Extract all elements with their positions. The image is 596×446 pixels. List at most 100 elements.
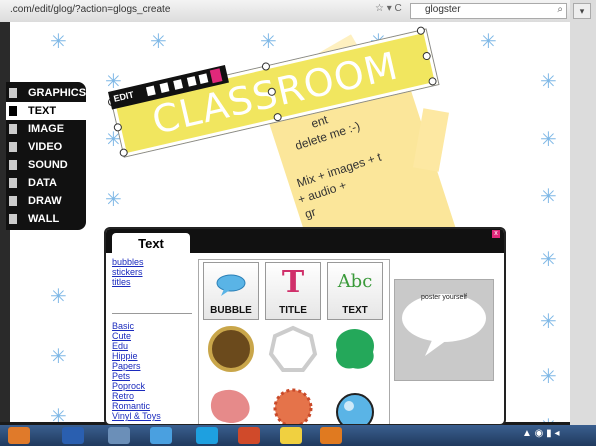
search-box[interactable]: glogster ⌕	[410, 3, 567, 19]
tool-label: IMAGE	[28, 123, 65, 135]
category-list: bubbles stickers titles Basic Cute Edu H…	[112, 257, 192, 424]
tile-label: TITLE	[279, 305, 307, 316]
star-pattern-icon: ✳	[540, 71, 557, 93]
taskbar: ▲ ◉ ▮ ◂	[0, 425, 596, 446]
star-pattern-icon: ✳	[540, 311, 557, 333]
undo-icon[interactable]	[198, 73, 209, 84]
flip-icon[interactable]	[186, 76, 197, 87]
star-pattern-icon: ✳	[540, 186, 557, 208]
link-stickers[interactable]: stickers	[112, 267, 192, 277]
star-pattern-icon: ✳	[50, 406, 67, 422]
sound-icon	[9, 160, 17, 170]
divider	[112, 313, 192, 314]
tool-data[interactable]: DATA	[6, 174, 86, 192]
panel-header: Text x	[106, 229, 504, 255]
tool-menu: GRAPHICS TEXT IMAGE VIDEO SOUND DATA DRA…	[6, 82, 86, 230]
firefox-icon[interactable]	[320, 427, 342, 444]
video-icon	[9, 142, 17, 152]
close-icon[interactable]: x	[492, 230, 500, 238]
skype-icon[interactable]	[196, 427, 218, 444]
star-pattern-icon: ✳	[50, 286, 67, 308]
speech-bubble-icon	[216, 274, 246, 296]
star-pattern-icon: ✳	[540, 249, 557, 271]
brown-blob-icon[interactable]	[205, 324, 257, 374]
menu-button[interactable]: ▾	[573, 3, 591, 19]
edit-button[interactable]: EDIT	[113, 89, 135, 103]
link-romantic[interactable]: Romantic	[112, 401, 192, 411]
star-icon	[9, 88, 17, 98]
link-retro[interactable]: Retro	[112, 391, 192, 401]
sticky-notes-icon[interactable]	[280, 427, 302, 444]
tool-label: WALL	[28, 213, 60, 225]
tile-label: BUBBLE	[210, 305, 252, 316]
word-icon[interactable]	[62, 427, 84, 444]
data-icon	[9, 178, 17, 188]
note-text: gr	[302, 204, 318, 222]
link-titles[interactable]: titles	[112, 277, 192, 287]
star-pattern-icon: ✳	[50, 346, 67, 368]
star-pattern-icon: ✳	[150, 31, 167, 53]
star-pattern-icon: ✳	[50, 31, 67, 53]
layer-icon[interactable]	[145, 85, 156, 97]
tile-label: TEXT	[342, 305, 368, 316]
link-basic[interactable]: Basic	[112, 321, 192, 331]
tool-label: VIDEO	[28, 141, 63, 153]
link-papers[interactable]: Papers	[112, 361, 192, 371]
tool-draw[interactable]: DRAW	[6, 192, 86, 210]
link-icon[interactable]	[173, 79, 184, 90]
powerpoint-icon[interactable]	[238, 427, 260, 444]
browser-toolbar: .com/edit/glog/?action=glogs_create ☆ ▾ …	[0, 0, 596, 23]
link-edu[interactable]: Edu	[112, 341, 192, 351]
tile-bubble[interactable]: BUBBLE	[203, 262, 259, 320]
white-frame-icon[interactable]	[267, 324, 319, 374]
tile-title[interactable]: T TITLE	[265, 262, 321, 320]
copy-icon[interactable]	[159, 82, 170, 93]
pink-blob-icon[interactable]	[205, 384, 257, 426]
tool-graphics[interactable]: GRAPHICS	[6, 84, 86, 102]
wall-icon	[9, 214, 17, 224]
tool-text[interactable]: TEXT	[6, 102, 86, 120]
star-pattern-icon: ✳	[105, 189, 122, 211]
tile-text[interactable]: Abc TEXT	[327, 262, 383, 320]
delete-icon[interactable]	[209, 68, 223, 84]
link-vinyl-toys[interactable]: Vinyl & Toys	[112, 411, 192, 421]
text-icon	[9, 106, 17, 116]
preview-area: poster yourself	[394, 279, 494, 381]
link-poprock[interactable]: Poprock	[112, 381, 192, 391]
preview-text: poster yourself	[421, 294, 467, 301]
title-t-icon: T	[281, 265, 305, 300]
explorer-icon[interactable]	[108, 427, 130, 444]
tool-image[interactable]: IMAGE	[6, 120, 86, 138]
tab-text[interactable]: Text	[112, 233, 190, 255]
tool-label: DRAW	[28, 195, 62, 207]
abc-text-icon: Abc	[337, 271, 373, 292]
blue-bubble-icon[interactable]	[329, 384, 381, 426]
tool-wall[interactable]: WALL	[6, 210, 86, 228]
star-pattern-icon: ✳	[480, 31, 497, 53]
tool-label: DATA	[28, 177, 57, 189]
link-hippie[interactable]: Hippie	[112, 351, 192, 361]
tool-sound[interactable]: SOUND	[6, 156, 86, 174]
star-pattern-icon: ✳	[540, 417, 557, 422]
tool-label: SOUND	[28, 159, 68, 171]
start-orange-icon[interactable]	[8, 427, 30, 444]
link-cute[interactable]: Cute	[112, 331, 192, 341]
star-pattern-icon: ✳	[540, 129, 557, 151]
search-text: glogster	[425, 4, 461, 15]
tool-video[interactable]: VIDEO	[6, 138, 86, 156]
ie-icon[interactable]	[150, 427, 172, 444]
orange-burst-icon[interactable]	[267, 380, 319, 426]
pencil-icon	[9, 196, 17, 206]
star-pattern-icon: ✳	[540, 366, 557, 388]
address-bar[interactable]: .com/edit/glog/?action=glogs_create	[10, 4, 170, 15]
bookmark-reload-icons[interactable]: ☆ ▾ C	[375, 3, 402, 14]
link-bubbles[interactable]: bubbles	[112, 257, 192, 267]
text-panel: Text x bubbles stickers titles Basic Cut…	[104, 227, 506, 426]
search-icon[interactable]: ⌕	[557, 4, 563, 15]
link-pets[interactable]: Pets	[112, 371, 192, 381]
star-pattern-icon: ✳	[260, 31, 277, 53]
system-tray[interactable]: ▲ ◉ ▮ ◂	[522, 428, 559, 439]
green-blob-icon[interactable]	[329, 324, 381, 374]
resize-handle[interactable]	[113, 122, 123, 133]
rotate-handle[interactable]	[267, 86, 277, 97]
